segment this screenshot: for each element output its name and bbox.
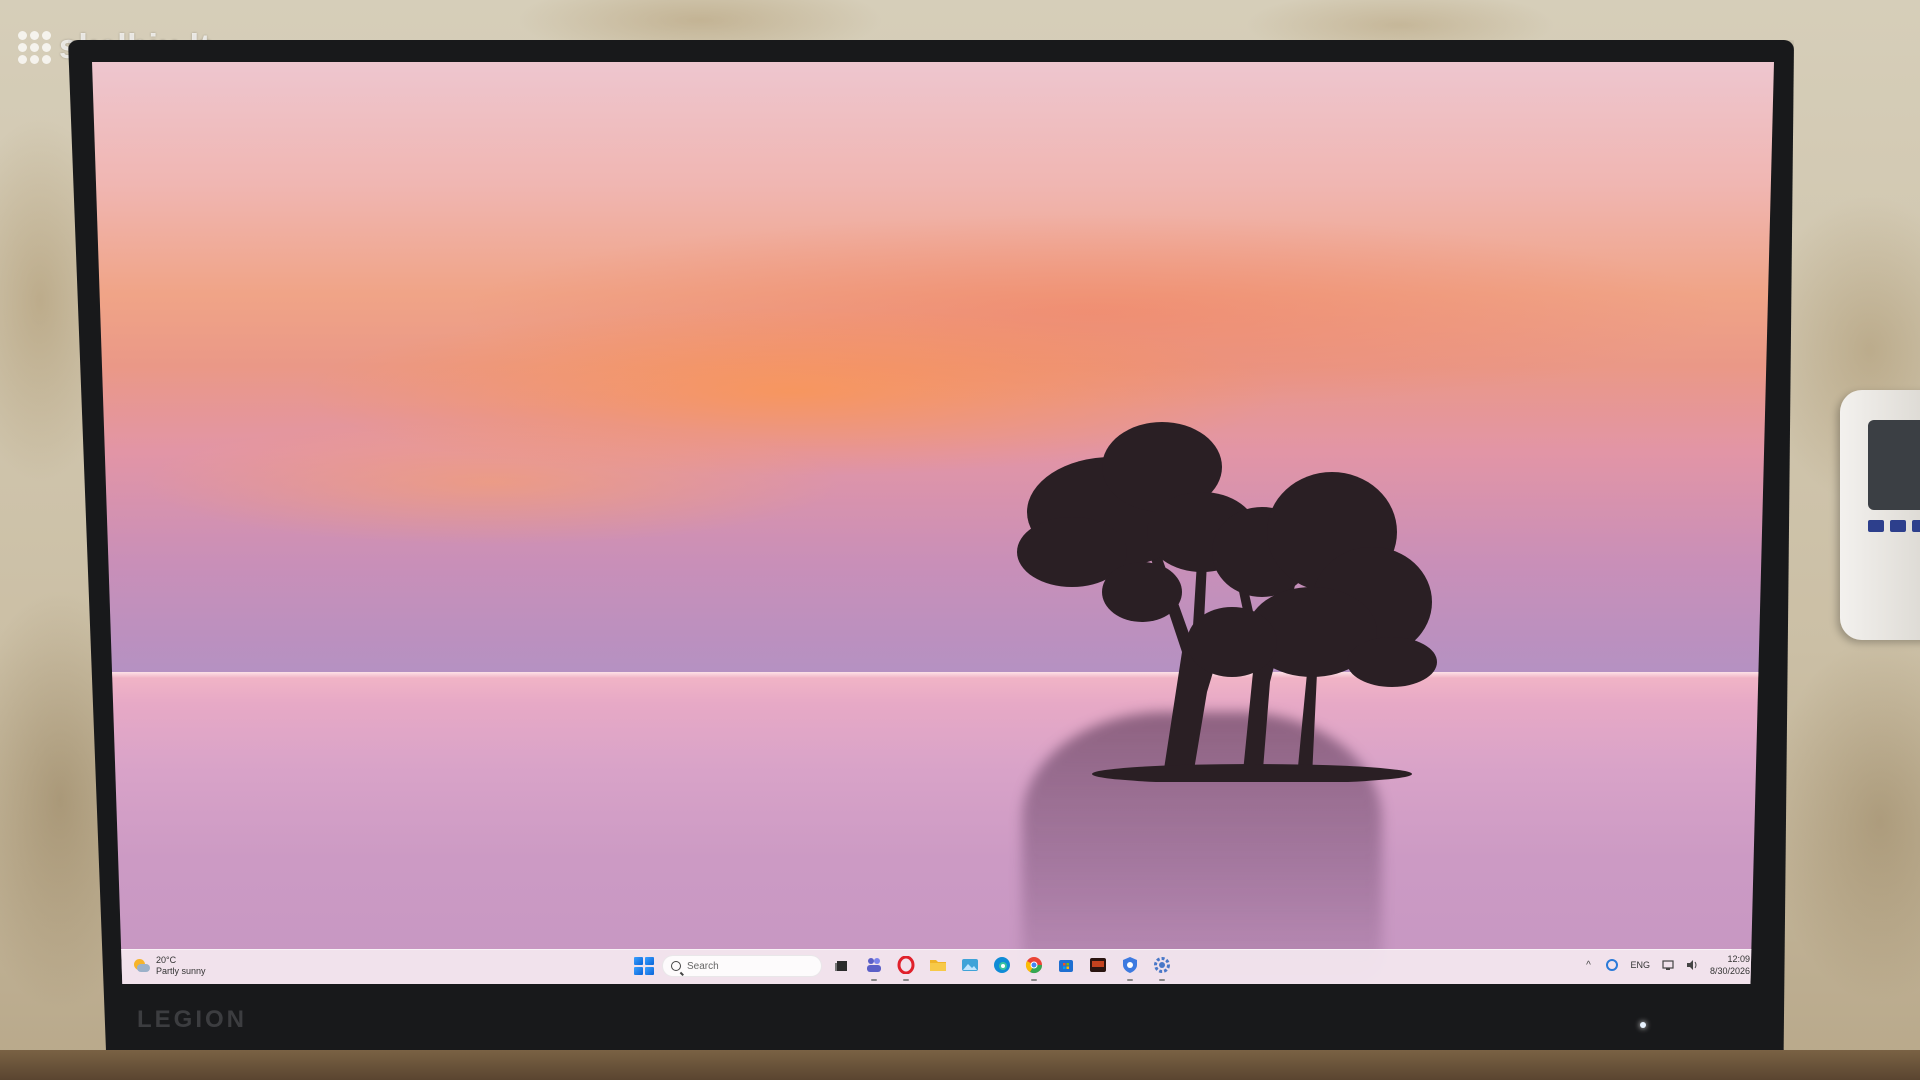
clock-time: 12:09 [1727,954,1750,964]
chevron-up-icon[interactable]: ^ [1582,959,1594,971]
power-led-icon [1640,1022,1646,1028]
teams-app-button[interactable] [862,954,886,981]
media-app-icon [1089,956,1107,977]
network-icon[interactable] [1662,959,1674,971]
store-app-button[interactable] [1054,954,1078,978]
file-explorer-button[interactable] [926,954,950,978]
media-app-button[interactable] [1086,954,1110,978]
edge-app-button[interactable] [990,954,1014,978]
shield-app-button[interactable] [1118,954,1142,981]
system-tray: ^ ENG 12:09 8/30/2026 [1582,953,1750,977]
language-indicator[interactable]: ENG [1630,960,1650,970]
photos-icon [961,956,979,977]
clock[interactable]: 12:09 8/30/2026 [1710,953,1750,977]
shield-icon [1121,956,1139,977]
opera-app-button[interactable] [894,954,918,981]
chrome-app-button[interactable] [1022,954,1046,981]
search-input[interactable]: Search [662,955,822,977]
tree-silhouette [1017,422,1437,782]
search-icon [671,961,681,971]
power-meter-display [1868,420,1920,510]
wallpaper-water [92,672,1774,984]
chrome-icon [1025,956,1043,977]
desktop-screen: 20°C Partly sunny Search ^ ENG 12:09 8/3… [92,62,1774,984]
app-tray-icon[interactable] [1606,959,1619,971]
task-view-button[interactable] [830,954,854,978]
power-meter-device [1840,390,1920,640]
weather-condition: Partly sunny [156,966,206,976]
volume-icon[interactable] [1686,959,1698,971]
watermark-dots-icon [18,31,51,64]
edge-icon [993,956,1011,977]
start-button[interactable] [632,955,654,977]
desk [0,1050,1920,1080]
weather-temperature: 20°C [156,955,177,965]
taskbar-center: Search [632,954,1174,981]
task-view-icon [834,958,850,974]
clock-date: 8/30/2026 [1709,966,1750,976]
settings-app-button[interactable] [1150,954,1174,981]
search-placeholder: Search [687,960,719,972]
weather-widget[interactable]: 20°C Partly sunny [132,955,206,977]
partly-sunny-icon [132,957,150,975]
photos-app-button[interactable] [958,954,982,978]
gear-icon [1153,956,1171,977]
folder-icon [929,956,947,977]
teams-icon [865,956,883,977]
taskbar: 20°C Partly sunny Search ^ ENG 12:09 8/3… [92,949,1774,984]
monitor-brand-logo: LEGION [137,1006,248,1033]
opera-icon [897,955,915,977]
wallpaper-sky [92,62,1774,672]
store-icon [1057,956,1075,977]
